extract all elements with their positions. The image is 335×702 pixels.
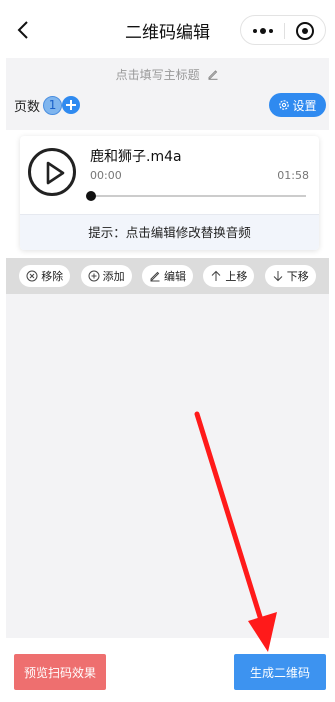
remove-icon (26, 270, 38, 282)
edit-button[interactable]: 编辑 (141, 265, 193, 287)
action-bar: 移除 添加 编辑 上移 下移 (6, 258, 329, 294)
add-button[interactable]: 添加 (80, 265, 132, 287)
gear-icon (279, 100, 290, 110)
play-icon[interactable] (28, 148, 76, 196)
nav-bar: 二维码编辑 (0, 0, 335, 58)
move-up-button[interactable]: 上移 (203, 265, 255, 287)
close-icon[interactable] (296, 22, 314, 40)
generate-qrcode-button[interactable]: 生成二维码 (234, 654, 326, 690)
move-down-button[interactable]: 下移 (264, 265, 316, 287)
audio-card[interactable]: 鹿和狮子.m4a 00:00 01:58 提示：点击编辑修改替换音频 (20, 136, 319, 250)
pencil-icon (150, 271, 160, 282)
move-down-label: 下移 (286, 270, 309, 283)
move-up-label: 上移 (225, 270, 248, 283)
pages-label: 页数 (14, 99, 41, 115)
subtitle-field[interactable]: 点击填写主标题 (6, 66, 329, 83)
audio-file-name: 鹿和狮子.m4a (90, 149, 182, 165)
current-time: 00:00 (90, 169, 122, 182)
pencil-icon (208, 70, 218, 80)
preview-scan-button[interactable]: 预览扫码效果 (14, 654, 106, 690)
settings-button[interactable]: 设置 (269, 93, 326, 117)
arrow-down-icon (273, 271, 283, 282)
add-label: 添加 (102, 270, 125, 283)
arrow-up-icon (212, 270, 221, 281)
edit-label: 编辑 (163, 270, 186, 283)
page-number-badge[interactable]: 1 (43, 95, 63, 115)
duration: 01:58 (277, 169, 309, 182)
editor-content: 点击填写主标题 页数 1 设置 鹿和狮子.m4a 00:00 01:58 提示：… (6, 58, 329, 638)
card-area: 鹿和狮子.m4a 00:00 01:58 提示：点击编辑修改替换音频 (6, 130, 329, 260)
add-circle-icon (88, 270, 100, 282)
progress-knob[interactable] (86, 191, 96, 201)
more-icon[interactable] (249, 22, 277, 40)
progress-track[interactable] (90, 195, 306, 197)
add-page-icon[interactable] (62, 96, 81, 114)
pages-row: 页数 1 (14, 95, 81, 115)
subtitle-placeholder: 点击填写主标题 (115, 68, 200, 82)
settings-label: 设置 (292, 98, 317, 113)
edit-tip: 提示：点击编辑修改替换音频 (20, 214, 319, 250)
mini-program-capsule (240, 15, 326, 45)
capsule-divider (284, 23, 285, 39)
remove-label: 移除 (41, 270, 64, 283)
bottom-bar: 预览扫码效果 生成二维码 (0, 638, 335, 702)
remove-button[interactable]: 移除 (19, 265, 71, 287)
